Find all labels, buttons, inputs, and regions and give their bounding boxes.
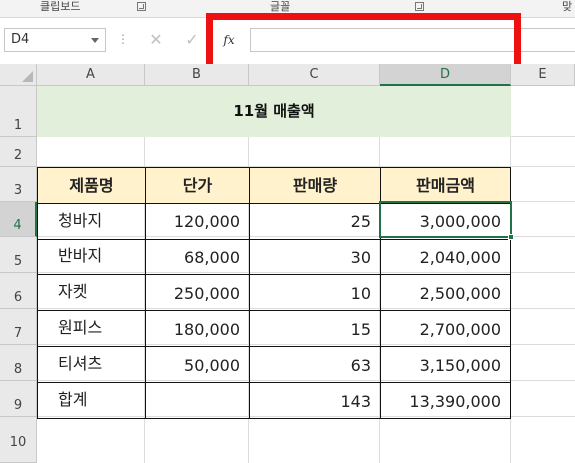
column-header-b[interactable]: B <box>145 64 249 86</box>
table-cell[interactable]: 25 <box>250 204 380 239</box>
total-cell[interactable] <box>146 383 249 418</box>
table-cell[interactable]: 68,000 <box>146 240 249 274</box>
cancel-icon[interactable]: ✕ <box>142 28 170 52</box>
header-cell-amount[interactable]: 판매금액 <box>381 168 510 203</box>
column-header-a[interactable]: A <box>37 64 145 86</box>
row-header-7[interactable]: 7 <box>0 309 37 345</box>
table-cell[interactable]: 원피스 <box>38 311 145 346</box>
table-cell[interactable]: 2,040,000 <box>381 240 510 274</box>
formula-bar-highlight-box <box>206 13 521 71</box>
row-header-2[interactable]: 2 <box>0 137 37 167</box>
row-header-8[interactable]: 8 <box>0 345 37 381</box>
enter-icon[interactable]: ✓ <box>178 28 206 52</box>
select-all-button[interactable] <box>0 64 37 86</box>
column-header-e[interactable]: E <box>511 64 575 86</box>
worksheet-grid: A B C D E 1 2 3 4 5 6 7 8 9 10 11월 매출액 제… <box>0 64 575 463</box>
table-cell[interactable]: 120,000 <box>146 204 249 239</box>
row-header-1[interactable]: 1 <box>0 86 37 137</box>
table-cell[interactable]: 15 <box>250 311 380 346</box>
ribbon-group-font: 글꼴 <box>270 0 291 13</box>
table-cell[interactable]: 180,000 <box>146 311 249 346</box>
name-box[interactable]: D4 <box>4 28 106 52</box>
ribbon-group-clipboard: 클립보드 <box>40 0 81 13</box>
row-header-10[interactable]: 10 <box>0 417 37 463</box>
row-header-6[interactable]: 6 <box>0 273 37 309</box>
table-cell[interactable]: 30 <box>250 240 380 274</box>
name-box-value: D4 <box>11 32 30 47</box>
table-cell[interactable]: 2,500,000 <box>381 275 510 310</box>
table-cell[interactable]: 63 <box>250 347 380 382</box>
row-header-3[interactable]: 3 <box>0 167 37 202</box>
table-cell[interactable]: 티셔츠 <box>38 347 145 382</box>
total-amount-cell[interactable]: 13,390,000 <box>381 383 510 418</box>
chevron-down-icon[interactable] <box>91 38 99 43</box>
table-cell[interactable]: 자켓 <box>38 275 145 310</box>
font-dialog-launcher-icon[interactable] <box>415 2 424 11</box>
header-cell-product[interactable]: 제품명 <box>38 168 145 203</box>
table-cell[interactable]: 2,700,000 <box>381 311 510 346</box>
formula-bar-resize-icon[interactable]: ⋮ <box>117 32 129 46</box>
row-header-5[interactable]: 5 <box>0 237 37 273</box>
header-cell-quantity[interactable]: 판매량 <box>250 168 380 203</box>
total-quantity-cell[interactable]: 143 <box>250 383 380 418</box>
table-cell[interactable]: 10 <box>250 275 380 310</box>
column-header-d[interactable]: D <box>380 64 511 86</box>
total-label-cell[interactable]: 합계 <box>38 383 145 418</box>
select-all-icon <box>22 71 33 82</box>
table-cell[interactable]: 250,000 <box>146 275 249 310</box>
fill-handle[interactable] <box>508 234 514 240</box>
clipboard-dialog-launcher-icon[interactable] <box>137 2 146 11</box>
sheet-title[interactable]: 11월 매출액 <box>37 86 511 137</box>
row-header-9[interactable]: 9 <box>0 381 37 417</box>
column-header-c[interactable]: C <box>249 64 380 86</box>
row-header-4[interactable]: 4 <box>0 202 37 237</box>
ribbon-group-alignment: 맞 <box>562 0 573 13</box>
table-cell[interactable]: 3,150,000 <box>381 347 510 382</box>
table-cell[interactable]: 반바지 <box>38 240 145 274</box>
active-cell-selection[interactable] <box>379 201 514 240</box>
header-cell-unit-price[interactable]: 단가 <box>146 168 249 203</box>
table-cell[interactable]: 청바지 <box>38 204 145 239</box>
table-cell[interactable]: 50,000 <box>146 347 249 382</box>
